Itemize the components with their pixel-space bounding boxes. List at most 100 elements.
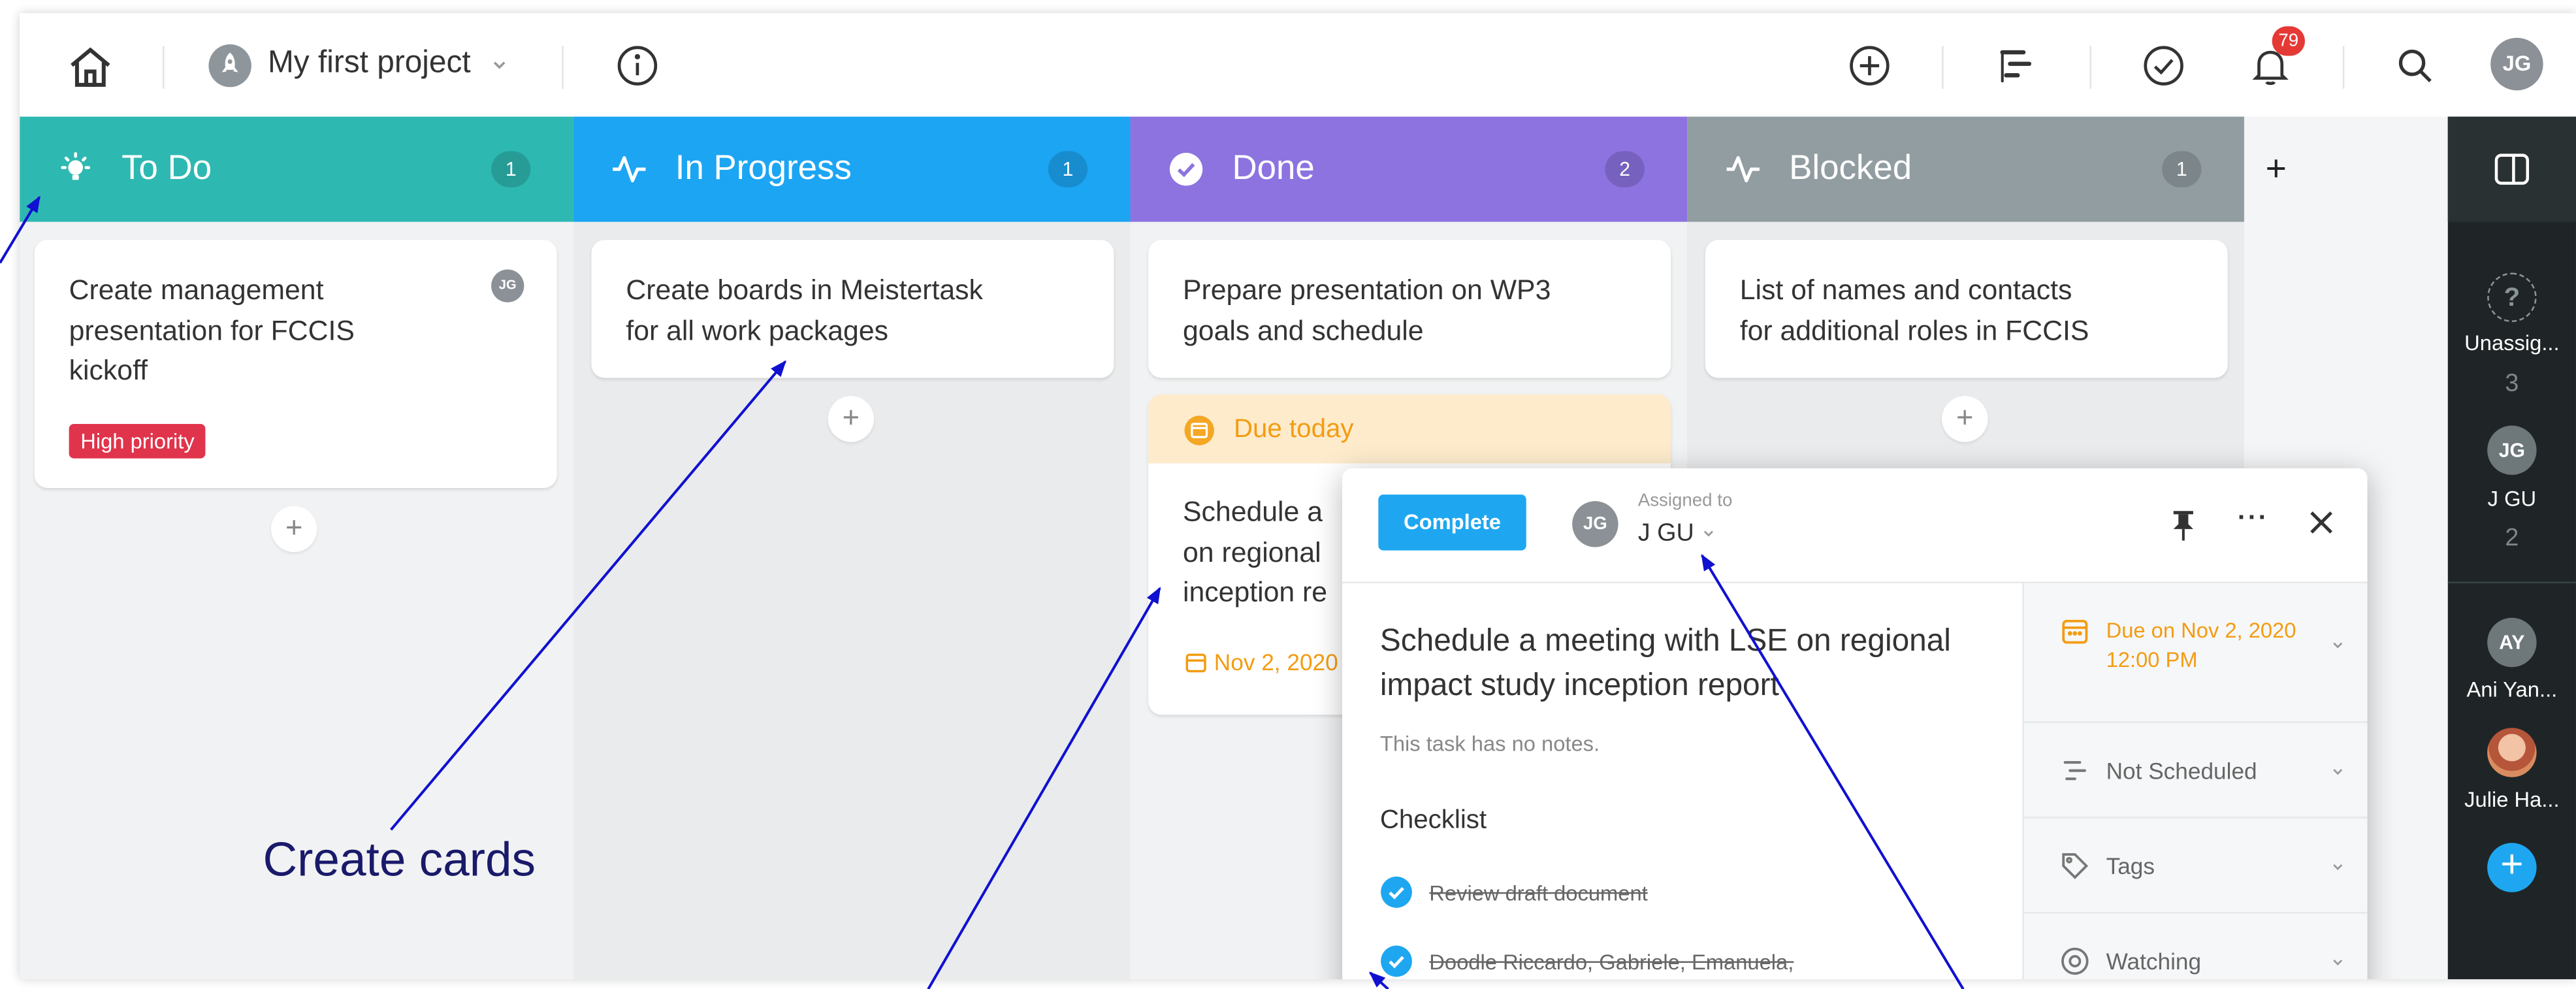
- member-label: J GU: [2487, 486, 2537, 511]
- task-notes[interactable]: This task has no notes.: [1380, 731, 1600, 756]
- card-due-date: Nov 2, 2020: [1185, 649, 1338, 675]
- eye-icon: [2061, 947, 2089, 975]
- checklist-item-text: Review draft document: [1429, 881, 1648, 905]
- card-title: Create management presentation for FCCIS…: [69, 274, 355, 387]
- column-header-blocked[interactable]: Blocked 1: [1687, 116, 2244, 222]
- dialog-main: Schedule a meeting with LSE on regional …: [1342, 583, 2022, 979]
- column-title: Blocked: [1789, 149, 1912, 187]
- task-card[interactable]: List of names and contacts for additiona…: [1705, 240, 2228, 378]
- chevron-down-icon: [1704, 530, 1714, 537]
- chevron-down-icon[interactable]: [490, 56, 509, 73]
- sidebar-toggle-area: [2447, 116, 2576, 222]
- complete-button[interactable]: Complete: [1378, 494, 1526, 551]
- assignee-dropdown[interactable]: J GU: [1638, 519, 1717, 547]
- column-header-todo[interactable]: To Do 1: [20, 116, 573, 222]
- task-card[interactable]: Create management presentation for FCCIS…: [34, 240, 557, 489]
- add-card-button[interactable]: +: [271, 506, 317, 553]
- task-card[interactable]: Create boards in Meistertask for all wor…: [591, 240, 1114, 378]
- check-circle-icon: [1169, 152, 1203, 186]
- due-date-row[interactable]: Due on Nov 2, 2020 12:00 PM: [2023, 583, 2368, 723]
- add-member-button[interactable]: +: [2487, 843, 2537, 892]
- check-circle-icon[interactable]: [1380, 945, 1413, 977]
- divider: [562, 46, 564, 89]
- dialog-sidebar: Due on Nov 2, 2020 12:00 PM Not Scheduled…: [2022, 583, 2368, 980]
- activity-icon: [613, 155, 646, 183]
- column-count: 1: [491, 151, 531, 187]
- member-avatar[interactable]: AY: [2487, 617, 2537, 668]
- chevron-down-icon: [2333, 642, 2343, 649]
- member-label: Julie Ha...: [2464, 786, 2560, 812]
- member-avatar[interactable]: JG: [2487, 425, 2537, 475]
- divider: [2447, 581, 2576, 583]
- calendar-icon: [2062, 619, 2088, 644]
- project-avatar[interactable]: [208, 44, 251, 88]
- activity-icon: [1726, 155, 1760, 183]
- task-card[interactable]: Prepare presentation on WP3 goals and sc…: [1148, 240, 1671, 378]
- add-circle-icon[interactable]: [1846, 42, 1892, 88]
- unassigned-avatar[interactable]: ?: [2487, 272, 2537, 322]
- right-sidebar: ? Unassig... 3 JG J GU 2 AY Ani Yan... J…: [2447, 116, 2576, 980]
- priority-badge: High priority: [69, 423, 206, 459]
- column-count: 1: [2162, 151, 2202, 187]
- card-title: Prepare presentation on WP3 goals and sc…: [1183, 274, 1551, 346]
- timeline-icon[interactable]: [1993, 42, 2038, 88]
- calendar-icon: [1184, 415, 1214, 446]
- task-title[interactable]: Schedule a meeting with LSE on regional …: [1380, 619, 2004, 708]
- info-icon[interactable]: [615, 42, 660, 88]
- unassigned-label: Unassig...: [2464, 330, 2560, 355]
- add-card-button[interactable]: +: [1942, 396, 1988, 442]
- lightbulb-icon: [61, 152, 91, 180]
- watching-row[interactable]: Watching: [2024, 914, 2368, 980]
- add-card-button[interactable]: +: [828, 396, 875, 442]
- schedule-row[interactable]: Not Scheduled: [2023, 723, 2368, 819]
- card-title: Create boards in Meistertask for all wor…: [626, 274, 983, 346]
- column-header-done[interactable]: Done 2: [1130, 116, 1688, 222]
- project-title[interactable]: My first project: [268, 46, 471, 82]
- column-title: In Progress: [675, 149, 852, 187]
- notification-count-badge[interactable]: 79: [2272, 26, 2305, 56]
- task-detail-dialog: Complete JG Assigned to J GU ··· Schedul…: [1342, 468, 2368, 980]
- tags-row[interactable]: Tags: [2023, 819, 2368, 914]
- pin-icon[interactable]: [2167, 508, 2200, 543]
- home-icon[interactable]: [66, 42, 115, 91]
- more-options-button[interactable]: ···: [2238, 504, 2269, 534]
- divider: [2089, 46, 2091, 89]
- search-icon[interactable]: [2392, 42, 2438, 88]
- checklist-title: Checklist: [1379, 807, 1487, 835]
- close-icon[interactable]: [2305, 506, 2338, 539]
- card-assignee-avatar[interactable]: JG: [491, 269, 524, 302]
- annotation-label: Create cards: [263, 834, 536, 888]
- check-circle-icon[interactable]: [1380, 876, 1413, 909]
- column-title: To Do: [121, 149, 212, 187]
- check-circle-icon[interactable]: [2140, 42, 2186, 88]
- unassigned-count: 3: [2505, 369, 2519, 398]
- card-title: List of names and contacts for additiona…: [1739, 274, 2089, 346]
- timeline-icon: [2063, 761, 2086, 781]
- column-count: 2: [1605, 151, 1645, 187]
- top-bar: My first project 79 JG: [20, 13, 2576, 117]
- assigned-caption: Assigned to: [1637, 491, 1733, 511]
- rocket-icon: [221, 52, 238, 73]
- divider: [163, 46, 165, 89]
- tag-icon: [2062, 853, 2089, 879]
- member-photo-avatar[interactable]: [2487, 728, 2537, 777]
- chevron-down-icon: [2333, 959, 2343, 965]
- assignee-avatar[interactable]: JG: [1572, 501, 1618, 547]
- calendar-icon: [1185, 653, 1206, 673]
- member-label: Ani Yan...: [2466, 677, 2558, 702]
- add-column-button[interactable]: +: [2266, 148, 2287, 190]
- chevron-down-icon: [2333, 864, 2343, 871]
- column-count: 1: [1048, 151, 1088, 187]
- member-count: 2: [2505, 524, 2519, 553]
- due-today-banner: Due today: [1148, 394, 1671, 464]
- column-header-in-progress[interactable]: In Progress 1: [573, 116, 1131, 222]
- column-title: Done: [1232, 149, 1315, 187]
- divider: [1942, 46, 1944, 89]
- chevron-down-icon: [2333, 769, 2343, 775]
- user-avatar[interactable]: JG: [2490, 37, 2543, 91]
- card-title: Schedule a on regional inception re: [1183, 496, 1328, 608]
- divider: [2342, 46, 2345, 89]
- checklist-item-text: Doodle Riccardo, Gabriele, Emanuela, Ire…: [1429, 949, 1794, 975]
- dialog-header: Complete JG Assigned to J GU ···: [1342, 468, 2368, 583]
- panel-toggle-icon[interactable]: [2494, 153, 2530, 186]
